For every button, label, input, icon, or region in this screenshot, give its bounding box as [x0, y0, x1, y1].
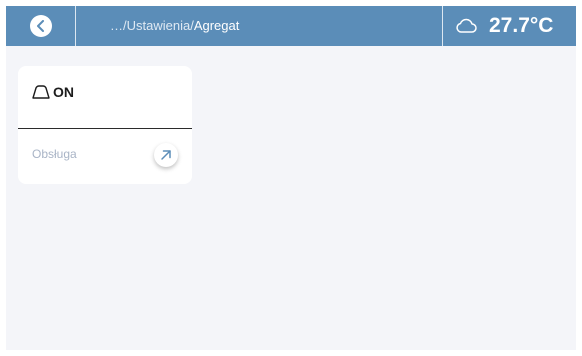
temperature-value: 27.7°C — [489, 14, 554, 37]
open-service-button[interactable] — [154, 143, 178, 167]
card-divider — [18, 128, 192, 129]
weather-widget: 27.7°C — [442, 6, 576, 46]
arrow-up-right-icon — [161, 150, 171, 160]
service-label: Obsługa — [32, 147, 77, 161]
breadcrumb-path[interactable]: …/Ustawienia/ — [110, 18, 194, 33]
back-button[interactable] — [30, 15, 52, 37]
back-cell — [6, 6, 76, 46]
breadcrumb: …/Ustawienia/Agregat — [110, 18, 239, 34]
generator-outline-icon — [32, 85, 50, 99]
cloud-icon — [456, 18, 477, 33]
breadcrumb-current: Agregat — [193, 18, 240, 33]
screen: …/Ustawienia/Agregat 27.7°C ON Obsługa — [6, 6, 576, 350]
chevron-left-icon — [37, 20, 44, 32]
generator-card: ON Obsługa — [18, 66, 192, 184]
status-text: ON — [53, 84, 74, 100]
top-bar: …/Ustawienia/Agregat 27.7°C — [6, 6, 576, 46]
